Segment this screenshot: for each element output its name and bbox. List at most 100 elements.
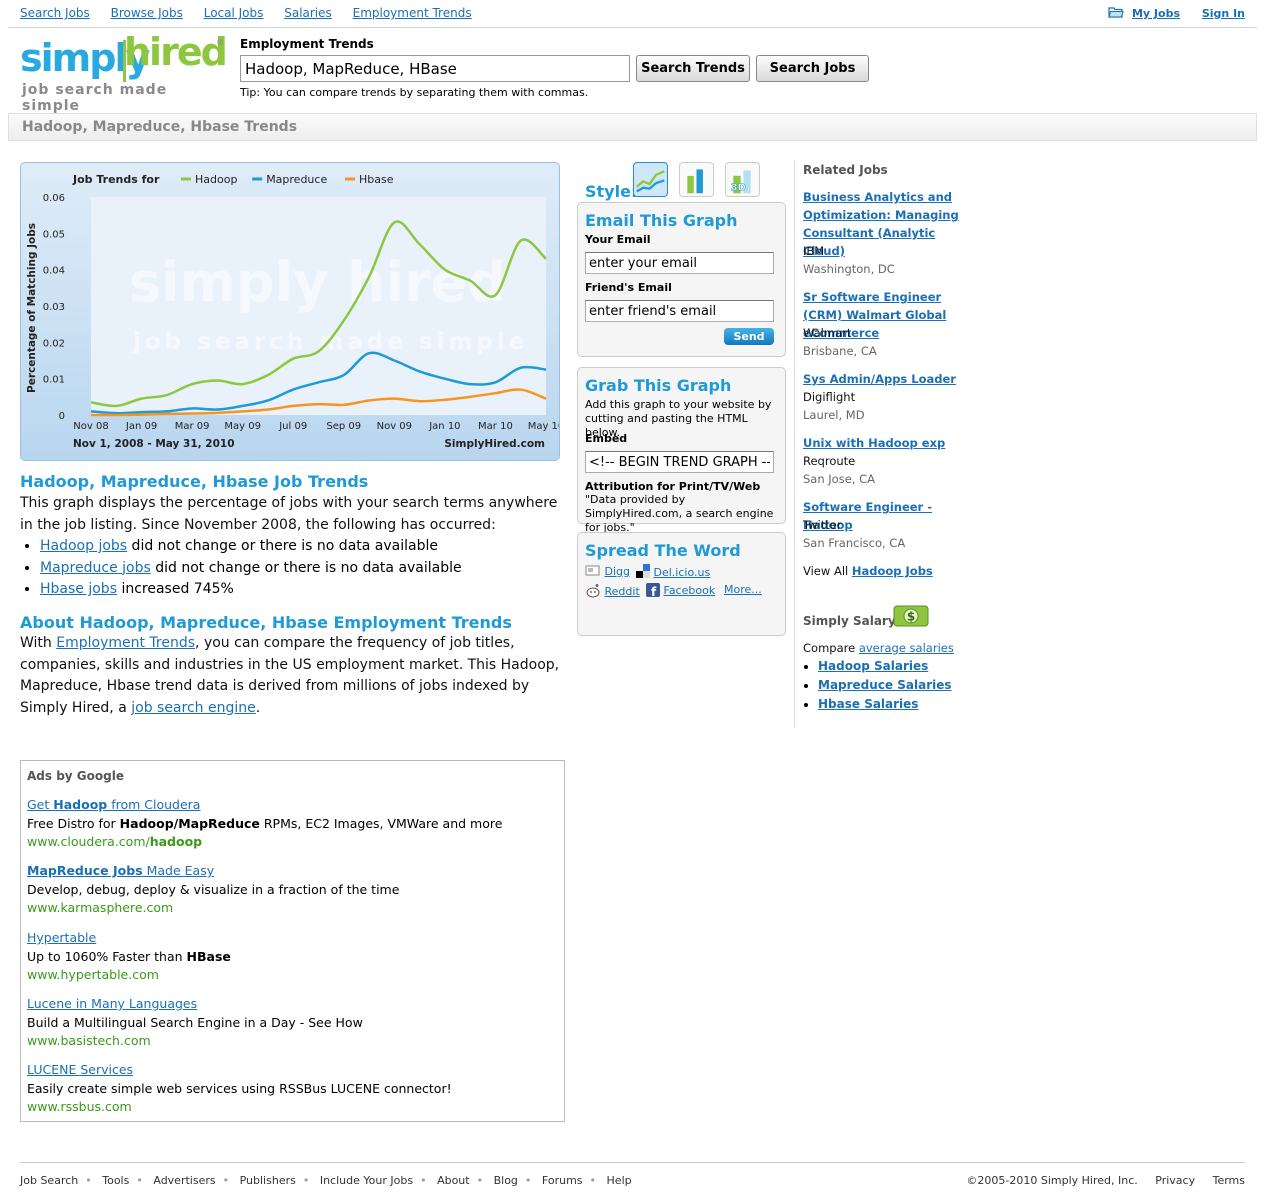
hbase-salaries-link[interactable]: Hbase Salaries [818,697,918,711]
ad-item[interactable]: LUCENE Services Easily create simple web… [27,1061,452,1117]
average-salaries-link[interactable]: average salaries [859,641,954,655]
related-job-company: IBM [803,244,825,258]
more-link[interactable]: More... [724,583,762,596]
nav-divider [8,27,1257,28]
about-heading: About Hadoop, Mapreduce, Hbase Employmen… [20,613,512,632]
related-job-title[interactable]: Unix with Hadoop exp [803,434,978,452]
privacy-link[interactable]: Privacy [1155,1174,1195,1187]
digg-link[interactable]: Digg [605,565,631,578]
footer-tools[interactable]: Tools [102,1174,129,1187]
ad-description: Build a Multilingual Search Engine in a … [27,1014,363,1030]
hadoop-salaries-link[interactable]: Hadoop Salaries [818,659,928,673]
account-links: My Jobs Sign In [1108,6,1245,20]
ad-item[interactable]: Get Hadoop from Cloudera Free Distro for… [27,796,502,852]
footer-include-your-jobs[interactable]: Include Your Jobs [320,1174,413,1187]
simplyhired-logo[interactable]: simply hired ® job search made simple [20,30,228,114]
ad-url[interactable]: www.hypertable.com [27,966,231,985]
terms-link[interactable]: Terms [1213,1174,1245,1187]
list-item: Hadoop jobs did not change or there is n… [40,536,462,558]
nav-search-jobs[interactable]: Search Jobs [20,6,90,20]
nav-browse-jobs[interactable]: Browse Jobs [111,6,183,20]
related-job-title[interactable]: Business Analytics and Optimization: Man… [803,188,978,260]
related-jobs-heading: Related Jobs [803,163,888,177]
delicious-icon [636,564,650,578]
delicious-share[interactable]: Del.icio.us [636,564,710,579]
watermark-text: simply hired [129,251,506,314]
facebook-link[interactable]: Facebook [664,584,716,597]
footer-help[interactable]: Help [607,1174,632,1187]
chart-date-range: Nov 1, 2008 - May 31, 2010 [73,438,235,450]
facebook-share[interactable]: f Facebook [646,583,716,599]
nav-employment-trends[interactable]: Employment Trends [353,6,472,20]
ad-title[interactable]: LUCENE Services [27,1061,452,1080]
reddit-link[interactable]: Reddit [605,585,640,598]
embed-code-field[interactable] [585,451,774,473]
footer-advertisers[interactable]: Advertisers [153,1174,215,1187]
trends-intro: This graph displays the percentage of jo… [20,495,558,533]
hadoop-jobs-link[interactable]: Hadoop jobs [40,538,127,554]
ad-title[interactable]: Lucene in Many Languages [27,995,363,1014]
reddit-share[interactable]: Reddit [585,583,640,598]
trends-search-input[interactable] [240,55,630,82]
svg-text:f: f [651,585,657,597]
related-job-location: Washington, DC [803,262,895,276]
my-jobs-link[interactable]: My Jobs [1132,7,1180,20]
view-all-hadoop-jobs-link[interactable]: Hadoop Jobs [852,564,933,578]
search-jobs-button[interactable]: Search Jobs [756,55,869,82]
ad-title[interactable]: Hypertable [27,929,231,948]
footer-forums[interactable]: Forums [542,1174,583,1187]
ad-url[interactable]: www.rssbus.com [27,1098,452,1117]
mapreduce-salaries-link[interactable]: Mapreduce Salaries [818,678,952,692]
nav-local-jobs[interactable]: Local Jobs [204,6,264,20]
hbase-jobs-link[interactable]: Hbase jobs [40,581,117,597]
ad-title[interactable]: MapReduce Jobs Made Easy [27,862,399,881]
logo-word-hired: hired [124,30,228,74]
ad-url[interactable]: www.basistech.com [27,1032,363,1051]
reddit-icon [586,584,600,598]
spread-word-panel: Spread The Word Digg Del.icio.us Reddit … [577,532,786,636]
y-tick-label: 0.01 [43,375,65,386]
send-button[interactable]: Send [724,328,774,345]
search-trends-button[interactable]: Search Trends [636,55,750,82]
list-item: Hbase Salaries [818,695,952,714]
digg-share[interactable]: Digg [585,564,630,578]
ad-description: Develop, debug, deploy & visualize in a … [27,881,400,897]
ad-item[interactable]: Lucene in Many Languages Build a Multili… [27,995,363,1051]
ad-description: Up to 1060% Faster than HBase [27,948,231,964]
list-item: Hbase jobs increased 745% [40,579,462,601]
footer-publishers[interactable]: Publishers [240,1174,296,1187]
chart-legend: Hadoop Mapreduce Hbase [181,173,394,186]
related-job-location: Brisbane, CA [803,344,877,358]
ad-url[interactable]: www.cloudera.com/hadoop [27,833,502,852]
view-all-jobs: View All Hadoop Jobs [803,564,933,578]
compare-salaries: Compare average salaries [803,641,954,655]
delicious-link[interactable]: Del.icio.us [654,566,711,579]
footer-about[interactable]: About [437,1174,470,1187]
trends-bullets: Hadoop jobs did not change or there is n… [20,536,462,601]
mapreduce-jobs-link[interactable]: Mapreduce jobs [40,560,151,576]
y-tick-label: 0.04 [43,266,65,277]
x-tick-label: Jan 09 [125,421,157,432]
ad-item[interactable]: Hypertable Up to 1060% Faster than HBase… [27,929,231,985]
sign-in-link[interactable]: Sign In [1202,7,1245,20]
ad-title[interactable]: Get Hadoop from Cloudera [27,796,502,815]
friend-email-field[interactable] [585,300,774,322]
your-email-field[interactable] [585,252,774,274]
ad-url[interactable]: www.karmasphere.com [27,899,399,918]
ad-item[interactable]: MapReduce Jobs Made Easy Develop, debug,… [27,862,399,918]
attribution-label: Attribution for Print/TV/Web [585,480,761,493]
bar-chart-style-icon[interactable] [679,162,714,197]
footer-job-search[interactable]: Job Search [20,1174,78,1187]
3d-chart-style-icon[interactable]: 3D [725,162,760,197]
x-axis-ticks: Nov 08 Jan 09 Mar 09 May 09 Jul 09 Sep 09 Nov … [73,421,559,432]
nav-salaries[interactable]: Salaries [284,6,332,20]
x-tick-label: Jul 09 [278,421,307,432]
your-email-label: Your Email [585,233,651,246]
employment-trends-link[interactable]: Employment Trends [56,635,195,651]
footer-copyright-area: ©2005-2010 Simply Hired, Inc. Privacy Te… [952,1174,1245,1187]
related-job-title[interactable]: Sys Admin/Apps Loader [803,370,978,388]
line-chart-style-icon[interactable] [633,162,668,197]
more-share[interactable]: More... [724,583,762,596]
footer-blog[interactable]: Blog [494,1174,518,1187]
job-search-engine-link[interactable]: job search engine [131,700,256,716]
